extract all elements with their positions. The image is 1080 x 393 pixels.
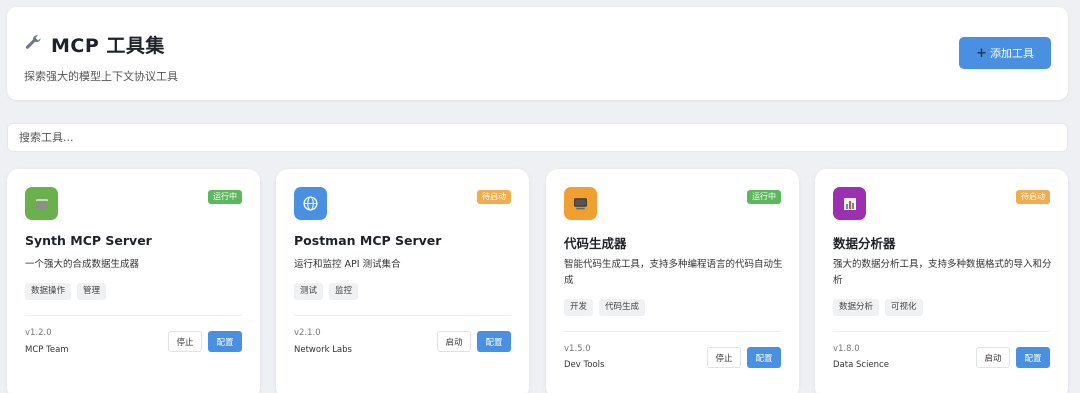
tool-version: v1.5.0: [564, 344, 591, 354]
tool-card[interactable]: 待启动 Postman MCP Server 运行和监控 API 测试集合 测试…: [276, 169, 529, 393]
card-actions: 启动 配置: [437, 331, 511, 352]
page-subtitle: 探索强大的模型上下文协议工具: [24, 70, 178, 83]
header-panel: MCP 工具集 探索强大的模型上下文协议工具 + 添加工具: [7, 7, 1068, 100]
tag-list: 数据分析 可视化: [833, 299, 923, 316]
tool-name: 数据分析器: [833, 236, 896, 251]
tag: 开发: [564, 299, 594, 316]
status-badge: 运行中: [747, 190, 781, 204]
stop-button[interactable]: 停止: [707, 347, 741, 368]
tool-description: 强大的数据分析工具，支持多种数据格式的导入和分析: [833, 259, 1052, 286]
add-tool-button[interactable]: + 添加工具: [959, 37, 1051, 69]
divider: [294, 315, 511, 316]
tool-description: 智能代码生成工具，支持多种编程语言的代码自动生成: [564, 259, 783, 286]
status-badge: 运行中: [208, 190, 242, 204]
tag-list: 开发 代码生成: [564, 299, 646, 316]
tool-card[interactable]: 待启动 数据分析器 强大的数据分析工具，支持多种数据格式的导入和分析 数据分析可…: [815, 169, 1068, 393]
divider: [25, 315, 242, 316]
start-button[interactable]: 启动: [976, 347, 1010, 368]
folder-icon: [25, 187, 58, 220]
tool-card[interactable]: 运行中 Synth MCP Server 一个强大的合成数据生成器 数据操作 管理…: [7, 169, 260, 393]
tool-author: MCP Team: [25, 345, 69, 355]
tool-description: 一个强大的合成数据生成器: [25, 259, 140, 270]
plus-icon: +: [976, 45, 987, 61]
tool-card[interactable]: 运行中 代码生成器 智能代码生成工具，支持多种编程语言的代码自动生成 开发 代码生…: [546, 169, 799, 393]
tool-version: v1.8.0: [833, 344, 860, 354]
config-button[interactable]: 配置: [1016, 347, 1050, 368]
tool-name: Postman MCP Server: [294, 233, 442, 248]
tag: 测试: [294, 283, 324, 300]
bar-chart-icon: [833, 187, 866, 220]
start-button[interactable]: 启动: [437, 331, 471, 352]
tool-author: Network Labs: [294, 345, 352, 355]
computer-icon: [564, 187, 597, 220]
card-actions: 停止 配置: [168, 331, 242, 352]
divider: [833, 331, 1050, 332]
card-actions: 停止 配置: [707, 347, 781, 368]
config-button[interactable]: 配置: [747, 347, 781, 368]
divider: [564, 331, 781, 332]
status-badge: 待启动: [477, 190, 511, 204]
tag: 数据分析: [833, 299, 880, 316]
tool-name: 代码生成器: [564, 236, 627, 251]
globe-icon: [294, 187, 327, 220]
tag-list: 数据操作 管理: [25, 283, 107, 300]
tool-description: 运行和监控 API 测试集合: [294, 259, 401, 270]
search-input[interactable]: [7, 123, 1068, 152]
tool-author: Dev Tools: [564, 360, 605, 370]
tag-list: 测试 监控: [294, 283, 359, 300]
config-button[interactable]: 配置: [477, 331, 511, 352]
tag: 数据操作: [25, 283, 72, 300]
wrench-icon: [24, 33, 43, 56]
tool-author: Data Science: [833, 360, 889, 370]
tag: 监控: [329, 283, 359, 300]
stop-button[interactable]: 停止: [168, 331, 202, 352]
card-actions: 启动 配置: [976, 347, 1050, 368]
tag: 可视化: [885, 299, 923, 316]
tool-version: v1.2.0: [25, 328, 52, 338]
title-row: MCP 工具集: [24, 31, 165, 58]
status-badge: 待启动: [1016, 190, 1050, 204]
tool-version: v2.1.0: [294, 328, 321, 338]
tag: 管理: [77, 283, 107, 300]
tool-name: Synth MCP Server: [25, 233, 152, 248]
config-button[interactable]: 配置: [208, 331, 242, 352]
page-title: MCP 工具集: [51, 35, 165, 57]
add-tool-label: 添加工具: [989, 47, 1034, 60]
tag: 代码生成: [599, 299, 646, 316]
